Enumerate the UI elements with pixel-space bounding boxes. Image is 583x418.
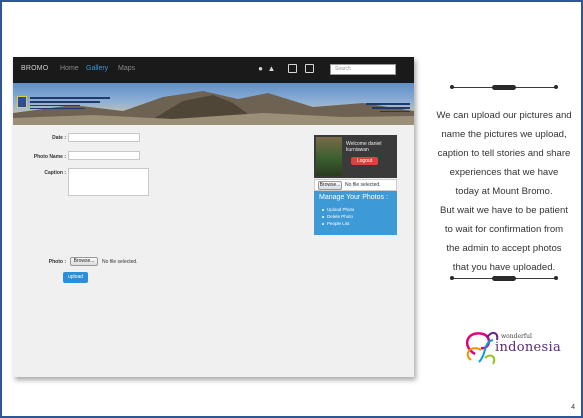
description-line: experiences that we have bbox=[449, 167, 559, 178]
date-input[interactable] bbox=[68, 133, 140, 142]
facebook-icon[interactable] bbox=[288, 64, 297, 73]
manage-title: Manage Your Photos : bbox=[319, 194, 388, 201]
description-line: name the pictures we upload, bbox=[441, 129, 567, 140]
welcome-line-2: kurniawan bbox=[346, 147, 369, 153]
photo-name-label: Photo Name : bbox=[33, 154, 66, 160]
description-text: We can upload our pictures and name the … bbox=[429, 106, 579, 277]
logo-line-1: wonderful bbox=[501, 333, 532, 340]
manage-photos-panel: Manage Your Photos : Upload Photo Delete… bbox=[314, 191, 397, 235]
twitter-icon[interactable] bbox=[305, 64, 314, 73]
nav-gallery[interactable]: Gallery bbox=[86, 65, 108, 72]
caption-textarea[interactable] bbox=[68, 168, 149, 196]
user-icon[interactable]: ● bbox=[256, 64, 265, 73]
welcome-text: Welcome daniel kurniawan bbox=[346, 141, 381, 153]
photo-name-input[interactable] bbox=[68, 151, 140, 160]
description-line: We can upload our pictures and bbox=[436, 110, 572, 121]
profile-file-status: No file selected. bbox=[345, 182, 381, 188]
nav-maps[interactable]: Maps bbox=[118, 65, 135, 72]
photo-browse-button[interactable]: Browse... bbox=[70, 257, 98, 266]
top-divider bbox=[450, 83, 558, 91]
site-logo bbox=[17, 92, 112, 114]
profile-card: Welcome daniel kurniawan Logout bbox=[314, 135, 397, 178]
description-line: caption to tell stories and share bbox=[437, 148, 571, 159]
logout-button[interactable]: Logout bbox=[351, 157, 378, 165]
logo-line-2: indonesia bbox=[495, 340, 562, 355]
photo-file-status: No file selected. bbox=[102, 259, 138, 265]
description-line: to wait for confirmation from bbox=[444, 224, 564, 235]
upload-page-content: Date : Photo Name : Caption : Photo : Br… bbox=[13, 125, 414, 377]
photo-label: Photo : bbox=[48, 259, 66, 265]
description-line: But wait we have to be patient bbox=[440, 205, 568, 216]
nav-home[interactable]: Home bbox=[60, 65, 79, 72]
bottom-divider bbox=[450, 274, 558, 282]
website-screenshot: BROMO Home Gallery Maps ● ▲ Search Date … bbox=[13, 57, 414, 377]
banner-right-logo bbox=[360, 101, 410, 115]
profile-photo-file: Browse... No file selected. bbox=[314, 179, 397, 191]
wonderful-indonesia-logo: wonderful indonesia bbox=[457, 324, 567, 369]
avatar bbox=[316, 137, 342, 176]
caption-label: Caption : bbox=[44, 170, 66, 176]
manage-item-people-list[interactable]: People List bbox=[327, 221, 349, 226]
upload-button[interactable]: upload bbox=[63, 272, 88, 283]
search-input[interactable]: Search bbox=[330, 64, 396, 75]
top-nav-bar: BROMO Home Gallery Maps ● ▲ Search bbox=[13, 57, 414, 83]
header-banner bbox=[13, 83, 414, 125]
manage-item-upload-photo[interactable]: Upload Photo bbox=[327, 207, 354, 212]
manage-item-delete-photo[interactable]: Delete Photo bbox=[327, 214, 353, 219]
emblem-icon bbox=[17, 96, 27, 108]
description-line: today at Mount Bromo. bbox=[455, 186, 553, 197]
date-label: Date : bbox=[52, 135, 66, 141]
bell-icon[interactable]: ▲ bbox=[267, 64, 276, 73]
page-number: 4 bbox=[571, 404, 575, 411]
site-brand[interactable]: BROMO bbox=[21, 65, 48, 72]
description-line: the admin to accept photos bbox=[446, 243, 562, 254]
profile-browse-button[interactable]: Browse... bbox=[318, 181, 342, 190]
slide: BROMO Home Gallery Maps ● ▲ Search Date … bbox=[0, 0, 583, 418]
